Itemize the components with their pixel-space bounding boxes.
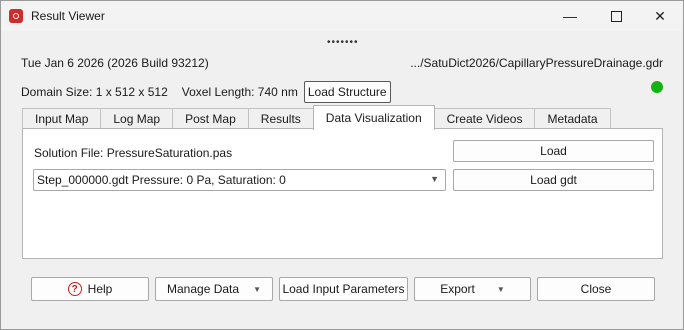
maximize-icon xyxy=(610,10,622,22)
close-icon: ✕ xyxy=(654,7,666,24)
tab-results[interactable]: Results xyxy=(247,108,314,129)
window-title: Result Viewer xyxy=(31,9,105,23)
help-button[interactable]: ? Help xyxy=(31,277,149,301)
file-path: .../SatuDict2026/CapillaryPressureDraina… xyxy=(410,56,663,70)
domain-size: Domain Size: 1 x 512 x 512 xyxy=(21,85,168,99)
load-input-parameters-button[interactable]: Load Input Parameters xyxy=(279,277,408,301)
tab-post-map[interactable]: Post Map xyxy=(172,108,249,129)
dropdown-arrow-icon: ▼ xyxy=(253,284,261,294)
manage-data-label: Manage Data xyxy=(167,282,240,296)
voxel-length: Voxel Length: 740 nm xyxy=(181,85,298,99)
help-label: Help xyxy=(87,282,113,296)
status-indicator xyxy=(651,81,663,93)
step-select[interactable]: Step_000000.gdt Pressure: 0 Pa, Saturati… xyxy=(33,169,446,191)
data-visualization-panel: Solution File: PressureSaturation.pas Lo… xyxy=(22,128,663,259)
tab-metadata[interactable]: Metadata xyxy=(534,108,611,129)
export-button[interactable]: Export ▼ xyxy=(414,277,531,301)
structure-info-row: Domain Size: 1 x 512 x 512 Voxel Length:… xyxy=(21,81,391,103)
maximize-button[interactable] xyxy=(593,1,639,31)
help-icon: ? xyxy=(67,282,82,296)
step-select-value: Step_000000.gdt Pressure: 0 Pa, Saturati… xyxy=(37,173,286,187)
resize-grip-icon[interactable]: ••••••• xyxy=(327,37,359,48)
load-gdt-button[interactable]: Load gdt xyxy=(453,169,654,191)
export-label: Export xyxy=(440,282,475,296)
app-icon xyxy=(9,9,23,23)
title-bar[interactable]: Result Viewer — ✕ xyxy=(1,1,683,31)
close-window-button[interactable]: ✕ xyxy=(637,1,683,31)
tab-input-map[interactable]: Input Map xyxy=(22,108,102,129)
dropdown-arrow-icon: ▼ xyxy=(496,284,505,294)
load-button[interactable]: Load xyxy=(453,140,654,162)
chevron-down-icon: ▼ xyxy=(430,174,439,184)
minimize-button[interactable]: — xyxy=(547,1,593,31)
tab-log-map[interactable]: Log Map xyxy=(100,108,174,129)
tab-create-videos[interactable]: Create Videos xyxy=(433,108,536,129)
tab-bar: Input Map Log Map Post Map Results Data … xyxy=(22,105,611,130)
result-viewer-window: Result Viewer — ✕ ••••••• Tue Jan 6 2026… xyxy=(0,0,684,330)
minimize-icon: — xyxy=(563,8,577,24)
tab-data-visualization[interactable]: Data Visualization xyxy=(312,105,435,130)
solution-file-label: Solution File: PressureSaturation.pas xyxy=(34,146,233,160)
close-button[interactable]: Close xyxy=(537,277,655,301)
load-structure-button[interactable]: Load Structure xyxy=(303,81,391,103)
build-info: Tue Jan 6 2026 (2026 Build 93212) xyxy=(21,56,209,70)
manage-data-button[interactable]: Manage Data ▼ xyxy=(155,277,273,301)
